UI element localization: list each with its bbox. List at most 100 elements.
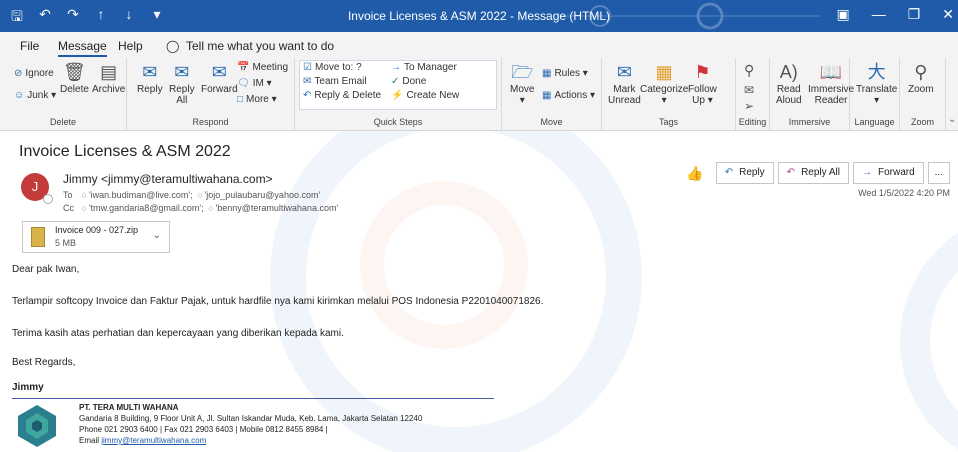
recipient[interactable]: 'tmw.gandaria8@gmail.com'; [89, 203, 204, 213]
zip-file-icon [31, 227, 45, 247]
quick-steps-group-label: Quick Steps [373, 117, 423, 127]
editing-group-label: Editing [738, 117, 767, 127]
immersive-reader-button[interactable]: 📖 Immersive Reader [808, 62, 854, 106]
attachment-size: 5 MB [55, 238, 77, 248]
to-manager-step[interactable]: → To Manager [391, 62, 457, 73]
delete-group: ⊘ Ignore ☺ Junk ▾ 🗑 Delete ▤ Archive Delete [0, 58, 127, 130]
tab-message[interactable]: Message [58, 39, 107, 57]
done-step[interactable]: ✓ Done [391, 76, 426, 87]
more-respond-button[interactable]: □ More ▾ [237, 94, 277, 105]
signature-email-link[interactable]: jimmy@teramultiwahana.com [101, 436, 206, 445]
sender[interactable]: Jimmy <jimmy@teramultiwahana.com> [63, 172, 273, 186]
read-aloud-button[interactable]: A) Read Aloud [776, 62, 802, 106]
signature-phone: Phone 021 2903 6400 | Fax 021 2903 6403 … [79, 425, 328, 434]
tags-group: ✉ Mark Unread ▦ Categorize ▾ ⚑ Follow Up ▾ Tag… [602, 58, 736, 130]
watermark-side-ring [900, 211, 958, 452]
respond-group-label: Respond [192, 117, 229, 127]
title-bar: 🖫 ↶ ↷ ↑ ↓ ▾ Invoice Licenses & ASM 2022 … [0, 0, 958, 32]
forward-button[interactable]: → Forward [852, 162, 924, 184]
magnifier-icon: ⚲ [914, 62, 928, 82]
immersive-reader-icon: 📖 [819, 62, 843, 82]
reading-pane: Invoice Licenses & ASM 2022 J Jimmy <jim… [0, 131, 958, 452]
reply-arrow-icon: ↶ [724, 167, 734, 178]
categorize-button[interactable]: ▦ Categorize ▾ [640, 62, 688, 106]
presence-indicator [43, 194, 53, 204]
translate-button[interactable]: 大 Translate ▾ [856, 62, 897, 106]
flag-icon: ⚑ [694, 62, 711, 82]
recipient[interactable]: 'benny@teramultiwahana.com' [216, 203, 339, 213]
rules-button[interactable]: ▦ Rules ▾ [542, 68, 588, 79]
tags-group-label: Tags [658, 117, 678, 127]
like-icon[interactable]: 👍 [686, 165, 703, 182]
window-controls: ▣ — ❐ ✕ [836, 6, 954, 23]
ignore-icon: ⊘ [14, 68, 23, 79]
immersive-group-label: Immersive [788, 117, 831, 127]
follow-up-button[interactable]: ⚑ Follow Up ▾ [688, 62, 717, 106]
recipient-status-icon: ○ [208, 203, 214, 213]
to-label: To [63, 190, 73, 200]
ribbon-forward-button[interactable]: ✉ Forward [201, 62, 238, 95]
archive-button[interactable]: ▤ Archive [92, 62, 125, 95]
tab-help[interactable]: Help [118, 39, 143, 53]
create-new-step[interactable]: ⚡ Create New [391, 90, 459, 101]
zoom-button[interactable]: ⚲ Zoom [908, 62, 934, 95]
recipient-status-icon: ○ [81, 203, 87, 213]
attachment-name: Invoice 009 - 027.zip [55, 225, 139, 235]
close-icon[interactable]: ✕ [942, 6, 954, 23]
lightbulb-icon: ◯ [166, 39, 180, 53]
body-greeting: Dear pak Iwan, [12, 264, 80, 275]
move-group: 🗁 Move ▾ ▦ Rules ▾ ▦ Actions ▾ Move [502, 58, 602, 130]
chevron-down-icon[interactable]: ⌄ [153, 230, 161, 241]
tell-me-search[interactable]: Tell me what you want to do [186, 39, 334, 53]
ignore-button[interactable]: ⊘ Ignore [14, 68, 54, 79]
recipient-status-icon: ○ [197, 190, 203, 200]
reply-button[interactable]: ↶ Reply [715, 162, 774, 184]
ribbon-display-icon[interactable]: ▣ [836, 6, 849, 23]
body-signoff-name: Jimmy [12, 382, 44, 393]
cursor-icon: ➢ [744, 99, 755, 113]
delete-group-label: Delete [49, 117, 76, 127]
language-group: 大 Translate ▾ Language [850, 58, 900, 130]
recipient-status-icon: ○ [81, 190, 87, 200]
reply-all-button[interactable]: ↶ Reply All [777, 162, 849, 184]
actions-button[interactable]: ▦ Actions ▾ [542, 90, 595, 101]
menu-bar: File Message Help ◯ Tell me what you wan… [0, 32, 958, 58]
title-decoration [560, 2, 820, 30]
select-button[interactable]: ➢ [744, 96, 754, 118]
mark-unread-button[interactable]: ✉ Mark Unread [608, 62, 641, 106]
archive-icon: ▤ [100, 62, 118, 82]
message-subject: Invoice Licenses & ASM 2022 [19, 143, 231, 160]
signature-address: Gandaria 8 Building, 9 Floor Unit A, Jl.… [79, 414, 423, 423]
recipient[interactable]: 'jojo_pulaubaru@yahoo.com' [205, 190, 321, 200]
tab-file[interactable]: File [20, 39, 39, 53]
ribbon-reply-all-button[interactable]: ✉ Reply All [169, 62, 195, 106]
recipient[interactable]: 'iwan.budiman@live.com'; [89, 190, 193, 200]
zoom-group-label: Zoom [910, 117, 934, 127]
lightning-icon: ⚡ [391, 90, 404, 101]
more-actions-button[interactable]: ... [927, 162, 950, 184]
trash-icon: 🗑 [63, 62, 86, 82]
team-email-step[interactable]: ✉ Team Email [303, 76, 367, 87]
find-button[interactable]: ⚲ [744, 60, 754, 82]
move-button[interactable]: 🗁 Move ▾ [510, 62, 534, 106]
junk-button[interactable]: ☺ Junk ▾ [14, 90, 56, 101]
reply-delete-step[interactable]: ↶ Reply & Delete [303, 90, 381, 101]
message-actions: 👍 ↶ Reply ↶ Reply All → Forward ... [686, 162, 950, 184]
delete-button[interactable]: 🗑 Delete [60, 62, 89, 95]
minimize-icon[interactable]: — [872, 6, 886, 23]
meeting-button[interactable]: 📅 Meeting [237, 62, 288, 73]
junk-icon: ☺ [14, 90, 25, 101]
forward-arrow-icon: → [861, 167, 872, 178]
move-icon: 🗁 [511, 62, 534, 82]
im-button[interactable]: 🗨 IM ▾ [237, 78, 272, 89]
envelope-icon: ✉ [616, 62, 632, 82]
move-to-step[interactable]: ☑ Move to: ? [303, 62, 362, 73]
zoom-group: ⚲ Zoom Zoom [900, 58, 946, 130]
categorize-icon: ▦ [655, 62, 673, 82]
cc-line: Cc ○'tmw.gandaria8@gmail.com'; ○'benny@t… [63, 203, 338, 213]
attachment[interactable]: Invoice 009 - 027.zip 5 MB ⌄ [22, 221, 170, 253]
restore-icon[interactable]: ❐ [908, 6, 921, 23]
ribbon-reply-button[interactable]: ✉ Reply [137, 62, 163, 95]
collapse-ribbon-icon[interactable]: ⌄ [948, 114, 956, 125]
body-paragraph: Terima kasih atas perhatian dan kepercay… [12, 328, 344, 339]
